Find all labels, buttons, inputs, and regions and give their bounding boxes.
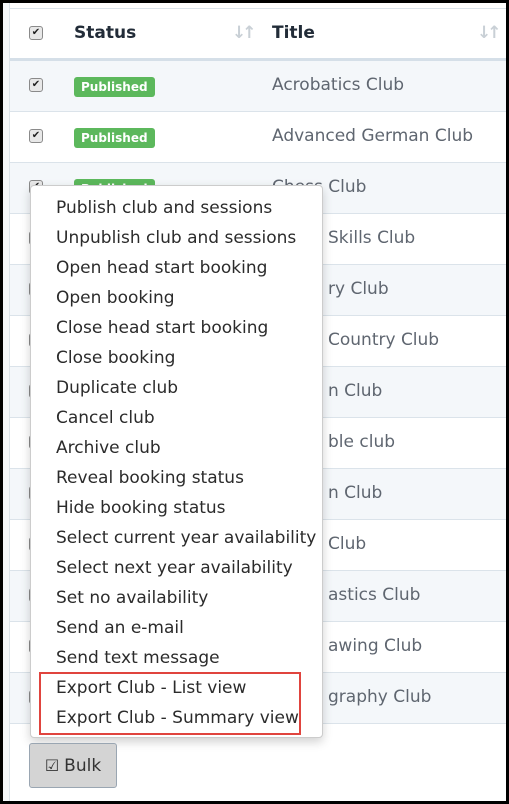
- screenshot-border: [0, 0, 509, 804]
